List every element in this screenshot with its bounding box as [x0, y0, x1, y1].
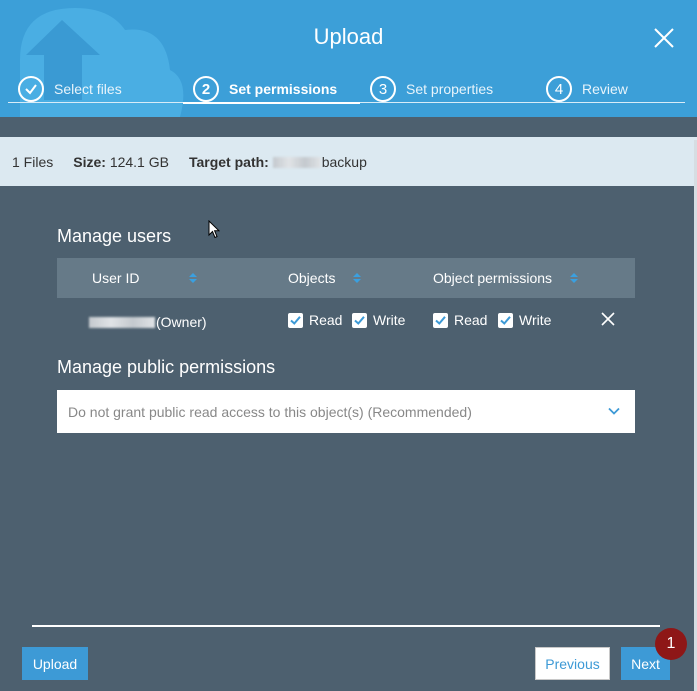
- target-path-label: Target path:: [188, 153, 269, 170]
- step-set-properties[interactable]: 3 Set properties: [370, 74, 493, 104]
- size-label: Size:: [73, 153, 106, 170]
- checkbox-label: Write: [519, 312, 552, 328]
- permissions-write-cell[interactable]: Write: [498, 300, 551, 340]
- target-path-value: backup: [321, 153, 367, 170]
- checkbox-label: Read: [454, 312, 488, 328]
- step-label: Select files: [54, 81, 122, 97]
- column-user-id[interactable]: User ID: [92, 258, 199, 298]
- upload-dialog: Upload Select files 2 Set permissions 3 …: [0, 0, 697, 691]
- step-number: 4: [546, 76, 572, 102]
- close-icon[interactable]: [652, 26, 676, 50]
- step-number: 3: [370, 76, 396, 102]
- checkbox-label: Read: [309, 312, 343, 328]
- redacted-user-id: [89, 316, 155, 328]
- step-set-permissions[interactable]: 2 Set permissions: [193, 74, 337, 104]
- upload-summary-bar: 1 Files Size: 124.1 GB Target path: back…: [0, 137, 697, 186]
- objects-read-cell[interactable]: Read: [288, 300, 342, 340]
- step-number: 2: [193, 76, 219, 102]
- manage-public-permissions-heading: Manage public permissions: [57, 357, 276, 377]
- checkbox-checked-icon[interactable]: [433, 312, 448, 328]
- previous-button[interactable]: Previous: [535, 647, 610, 680]
- select-value: Do not grant public read access to this …: [68, 403, 472, 420]
- step-underline: [360, 102, 685, 103]
- chevron-down-icon: [608, 407, 620, 415]
- manage-users-heading: Manage users: [57, 226, 172, 246]
- size-value: 124.1 GB: [109, 153, 169, 170]
- step-label: Set permissions: [229, 81, 338, 97]
- table-row: (Owner) Read Write Read Write: [57, 300, 635, 340]
- column-object-permissions[interactable]: Object permissions: [433, 258, 580, 298]
- owner-label: (Owner): [156, 314, 207, 330]
- step-underline: [8, 102, 183, 103]
- upload-button[interactable]: Upload: [22, 647, 88, 680]
- sort-icon[interactable]: [351, 272, 363, 284]
- step-badge: 1: [655, 628, 687, 660]
- check-circle-icon: [18, 76, 44, 102]
- sort-icon[interactable]: [568, 272, 580, 284]
- step-review[interactable]: 4 Review: [546, 74, 628, 104]
- column-objects[interactable]: Objects: [288, 258, 363, 298]
- public-permissions-select[interactable]: Do not grant public read access to this …: [57, 390, 635, 433]
- redacted-bucket: [272, 157, 321, 169]
- step-label: Review: [582, 81, 628, 97]
- step-label: Set properties: [406, 81, 494, 97]
- checkbox-checked-icon[interactable]: [352, 312, 367, 328]
- sort-icon[interactable]: [187, 272, 199, 284]
- checkbox-label: Write: [373, 312, 406, 328]
- checkbox-checked-icon[interactable]: [288, 312, 303, 328]
- permissions-read-cell[interactable]: Read: [433, 300, 487, 340]
- user-id-cell: (Owner): [89, 302, 207, 342]
- active-step-underline: [183, 102, 360, 104]
- objects-write-cell[interactable]: Write: [352, 300, 405, 340]
- footer-divider: [32, 625, 660, 627]
- users-table-header: User ID Objects Object permissions: [57, 258, 635, 298]
- dialog-header: Upload Select files 2 Set permissions 3 …: [0, 0, 697, 117]
- mouse-cursor-icon: [208, 220, 220, 239]
- remove-x-icon[interactable]: [601, 312, 615, 326]
- dialog-title: Upload: [313, 24, 384, 49]
- step-select-files[interactable]: Select files: [18, 74, 122, 104]
- checkbox-checked-icon[interactable]: [498, 312, 513, 328]
- size-info: Size: 124.1 GB: [73, 154, 169, 170]
- file-count: 1 Files: [12, 153, 54, 170]
- target-path-info: Target path: backup: [189, 154, 367, 170]
